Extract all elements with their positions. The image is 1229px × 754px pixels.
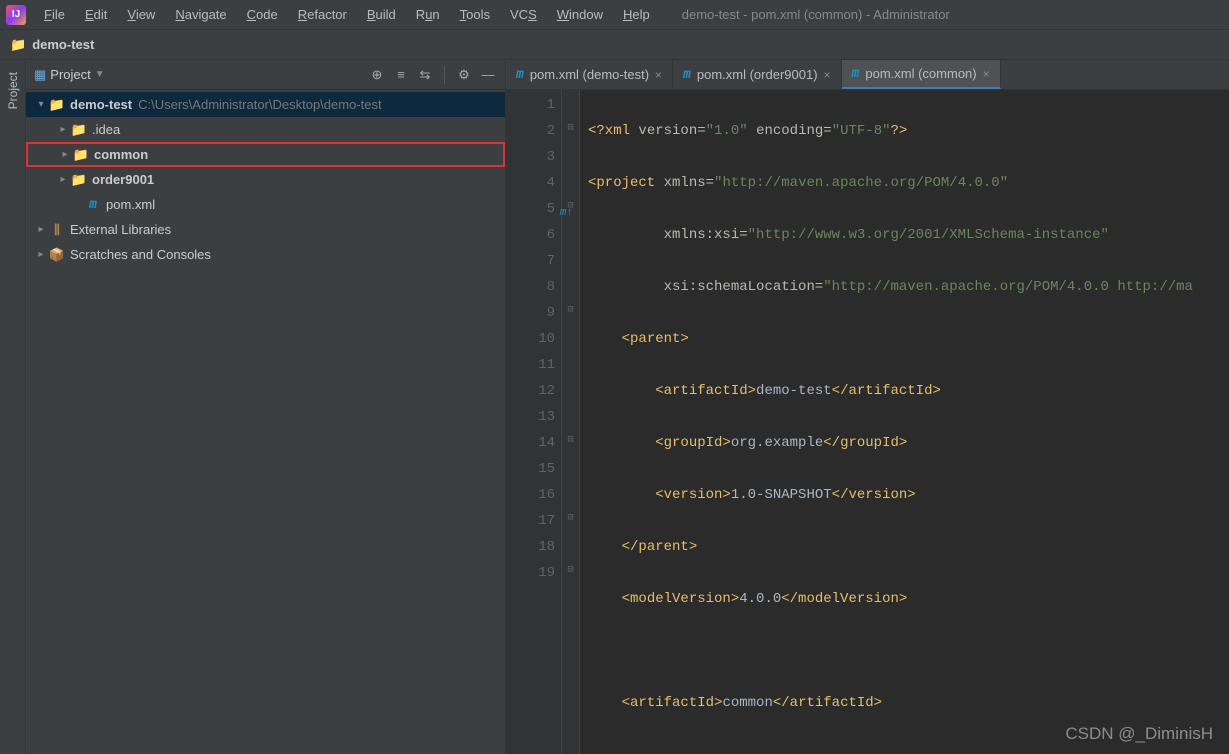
expand-icon[interactable]: ▸ <box>34 249 48 260</box>
line-number: 18 <box>508 534 555 560</box>
tree-item-label: pom.xml <box>106 197 155 212</box>
tab-pom-common[interactable]: m pom.xml (common) × <box>842 60 1001 89</box>
window-title: demo-test - pom.xml (common) - Administr… <box>682 7 950 22</box>
tree-order[interactable]: ▸ 📁 order9001 <box>26 167 505 192</box>
tree-external-libs[interactable]: ▸ ⫼ External Libraries <box>26 217 505 242</box>
editor-tabs: m pom.xml (demo-test) × m pom.xml (order… <box>506 60 1229 90</box>
line-number: 9 <box>508 300 555 326</box>
menu-vcs[interactable]: VCS <box>502 3 545 26</box>
expand-icon[interactable]: ▸ <box>34 224 48 235</box>
menu-file[interactable]: File <box>36 3 73 26</box>
expand-all-icon[interactable]: ≡ <box>392 66 410 84</box>
project-panel: ▦ Project ▼ ⊕ ≡ ⇆ ⚙ — ▾ 📁 demo-test C:\U… <box>26 60 506 754</box>
menu-code[interactable]: Code <box>239 3 286 26</box>
line-number: 12 <box>508 378 555 404</box>
menu-view[interactable]: View <box>119 3 163 26</box>
close-icon[interactable]: × <box>824 68 831 82</box>
line-number: 2 <box>508 118 555 144</box>
maven-icon: m <box>516 67 524 82</box>
menu-window[interactable]: Window <box>549 3 611 26</box>
menubar: IJ File Edit View Navigate Code Refactor… <box>0 0 1229 30</box>
folder-icon: 📁 <box>70 122 88 138</box>
tree-item-label: External Libraries <box>70 222 171 237</box>
tree-pom[interactable]: m pom.xml <box>26 192 505 217</box>
line-number: 15 <box>508 456 555 482</box>
line-number: 10 <box>508 326 555 352</box>
project-panel-header: ▦ Project ▼ ⊕ ≡ ⇆ ⚙ — <box>26 60 505 90</box>
expand-icon[interactable]: ▸ <box>56 124 70 135</box>
module-icon: 📁 <box>70 172 88 188</box>
tree-item-label: common <box>94 147 148 162</box>
tree-root[interactable]: ▾ 📁 demo-test C:\Users\Administrator\Des… <box>26 92 505 117</box>
select-opened-icon[interactable]: ⊕ <box>368 66 386 84</box>
tab-label: pom.xml (common) <box>865 66 976 81</box>
menu-run[interactable]: Run <box>408 3 448 26</box>
panel-icon: ▦ <box>34 67 46 83</box>
line-number: 11 <box>508 352 555 378</box>
line-number: 3 <box>508 144 555 170</box>
tree-root-label: demo-test <box>70 97 132 112</box>
folder-icon: 📁 <box>10 37 26 53</box>
line-number: 16 <box>508 482 555 508</box>
line-number: 14 <box>508 430 555 456</box>
maven-icon: m <box>683 67 691 82</box>
scratches-icon: 📦 <box>48 247 66 263</box>
hide-panel-icon[interactable]: — <box>479 66 497 84</box>
panel-title: Project <box>50 67 90 82</box>
app-logo: IJ <box>6 5 26 25</box>
project-tree: ▾ 📁 demo-test C:\Users\Administrator\Des… <box>26 90 505 754</box>
tab-label: pom.xml (demo-test) <box>530 67 649 82</box>
close-icon[interactable]: × <box>655 68 662 82</box>
menu-edit[interactable]: Edit <box>77 3 115 26</box>
code-content[interactable]: <?xml version="1.0" encoding="UTF-8"?> <… <box>580 90 1229 754</box>
maven-gutter-icon[interactable]: m↑ <box>560 200 573 226</box>
fold-column: ⊟ ⊟ ⊟ ⊟ ⊟⊟ <box>562 90 580 754</box>
libraries-icon: ⫼ <box>48 222 66 238</box>
settings-icon[interactable]: ⚙ <box>455 66 473 84</box>
panel-dropdown-icon[interactable]: ▼ <box>95 69 105 80</box>
line-number: 1 <box>508 92 555 118</box>
line-number: 7 <box>508 248 555 274</box>
line-number: 13 <box>508 404 555 430</box>
line-number: 19 <box>508 560 555 586</box>
collapse-all-icon[interactable]: ⇆ <box>416 66 434 84</box>
tool-rail: Project <box>0 60 26 754</box>
code-area[interactable]: 1 2 3 4 5m↑ 6 7 8 9 10 11 12 13 14 15 16… <box>506 90 1229 754</box>
line-number: 4 <box>508 170 555 196</box>
module-icon: 📁 <box>72 147 90 163</box>
module-icon: 📁 <box>48 97 66 113</box>
tool-project-tab[interactable]: Project <box>6 72 20 109</box>
breadcrumb-root[interactable]: demo-test <box>32 37 94 52</box>
menu-navigate[interactable]: Navigate <box>167 3 234 26</box>
tree-scratches[interactable]: ▸ 📦 Scratches and Consoles <box>26 242 505 267</box>
tab-pom-order9001[interactable]: m pom.xml (order9001) × <box>673 60 842 89</box>
watermark: CSDN @_DiminisH <box>1065 724 1213 744</box>
line-number: 8 <box>508 274 555 300</box>
tree-root-path: C:\Users\Administrator\Desktop\demo-test <box>138 97 381 112</box>
expand-icon[interactable]: ▸ <box>56 174 70 185</box>
line-number: 5m↑ <box>508 196 555 222</box>
expand-icon[interactable]: ▾ <box>34 99 48 110</box>
line-number: 17 <box>508 508 555 534</box>
close-icon[interactable]: × <box>983 67 990 81</box>
editor: m pom.xml (demo-test) × m pom.xml (order… <box>506 60 1229 754</box>
menu-refactor[interactable]: Refactor <box>290 3 355 26</box>
menu-help[interactable]: Help <box>615 3 658 26</box>
tree-item-label: .idea <box>92 122 120 137</box>
tree-common[interactable]: ▸ 📁 common <box>26 142 505 167</box>
menu-tools[interactable]: Tools <box>452 3 498 26</box>
maven-icon: m <box>84 197 102 212</box>
menu-build[interactable]: Build <box>359 3 404 26</box>
tab-pom-demo-test[interactable]: m pom.xml (demo-test) × <box>506 60 673 89</box>
maven-icon: m <box>852 66 860 81</box>
tab-label: pom.xml (order9001) <box>697 67 818 82</box>
tree-item-label: order9001 <box>92 172 154 187</box>
breadcrumb-bar: 📁 demo-test <box>0 30 1229 60</box>
tree-idea[interactable]: ▸ 📁 .idea <box>26 117 505 142</box>
tree-item-label: Scratches and Consoles <box>70 247 211 262</box>
gutter: 1 2 3 4 5m↑ 6 7 8 9 10 11 12 13 14 15 16… <box>506 90 562 754</box>
expand-icon[interactable]: ▸ <box>58 149 72 160</box>
line-number: 6 <box>508 222 555 248</box>
